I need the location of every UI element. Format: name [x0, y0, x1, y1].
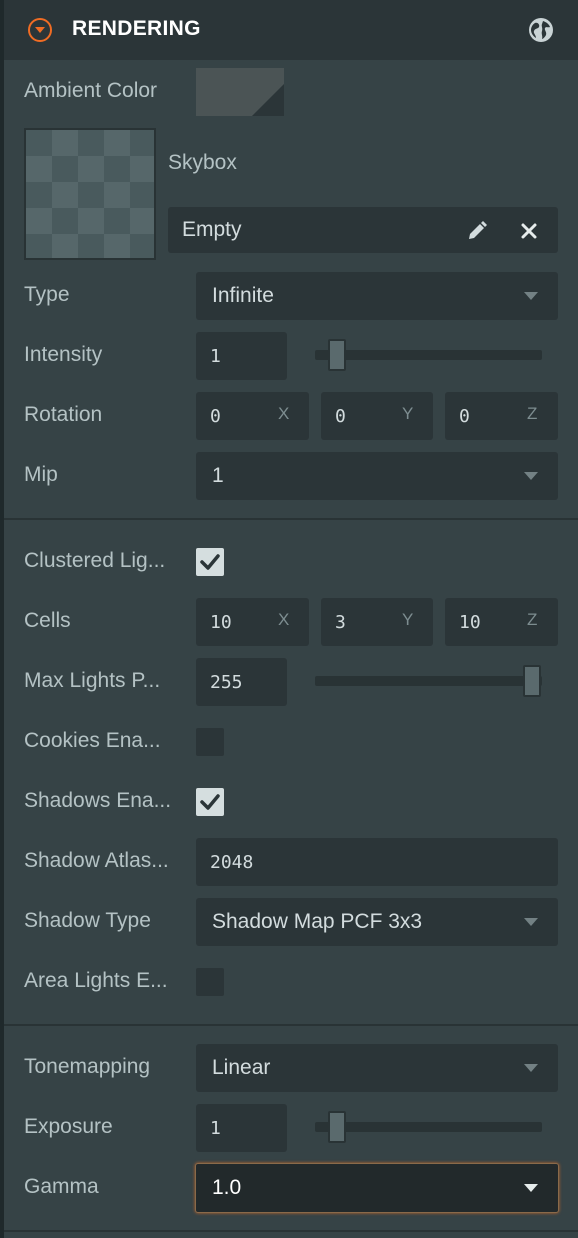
cells-x-value: 10	[210, 612, 232, 633]
checkmark-icon	[200, 554, 220, 570]
rotation-label: Rotation	[24, 403, 103, 426]
cells-label: Cells	[24, 609, 71, 632]
shadow-atlas-label: Shadow Atlas...	[24, 849, 169, 872]
rotation-z-value: 0	[459, 406, 470, 427]
mip-select[interactable]: 1	[196, 452, 558, 500]
area-lights-checkbox[interactable]	[196, 968, 224, 996]
cells-z-input[interactable]: 10 Z	[445, 598, 558, 646]
gamma-select[interactable]: 1.0	[195, 1163, 559, 1213]
area-lights-label: Area Lights E...	[24, 969, 168, 992]
z-axis-label: Z	[527, 404, 538, 423]
shadow-atlas-input[interactable]: 2048	[196, 838, 558, 886]
chevron-down-icon	[524, 1184, 538, 1192]
panel-title: RENDERING	[72, 17, 201, 40]
intensity-label: Intensity	[24, 343, 103, 366]
chevron-down-icon	[524, 292, 538, 300]
type-value: Infinite	[212, 284, 274, 307]
rotation-z-input[interactable]: 0 Z	[445, 392, 558, 440]
skybox-label: Skybox	[168, 151, 237, 174]
section-divider	[4, 1024, 578, 1026]
chevron-down-icon	[524, 918, 538, 926]
intensity-input[interactable]: 1	[196, 332, 287, 380]
checkmark-icon	[200, 794, 220, 810]
intensity-slider-handle[interactable]	[328, 339, 346, 371]
y-axis-label: Y	[402, 404, 414, 423]
cells-y-input[interactable]: 3 Y	[321, 598, 433, 646]
panel-header[interactable]: RENDERING	[4, 0, 578, 60]
exposure-slider-track[interactable]	[315, 1122, 542, 1132]
z-axis-label: Z	[527, 610, 538, 629]
intensity-value: 1	[210, 346, 221, 367]
shadow-type-label: Shadow Type	[24, 909, 151, 932]
mip-label: Mip	[24, 463, 58, 486]
left-edge	[0, 0, 4, 1238]
shadows-enabled-label: Shadows Ena...	[24, 789, 172, 812]
close-icon[interactable]	[520, 222, 538, 240]
max-lights-value: 255	[210, 672, 243, 693]
tonemapping-value: Linear	[212, 1056, 271, 1079]
ambient-color-swatch[interactable]	[196, 68, 284, 116]
cookies-enabled-checkbox[interactable]	[196, 728, 224, 756]
shadow-type-value: Shadow Map PCF 3x3	[212, 910, 423, 933]
shadow-type-select[interactable]: Shadow Map PCF 3x3	[196, 898, 558, 946]
x-axis-label: X	[278, 404, 290, 423]
exposure-input[interactable]: 1	[196, 1104, 287, 1152]
x-axis-label: X	[278, 610, 290, 629]
max-lights-slider-handle[interactable]	[523, 665, 541, 697]
skybox-asset-field[interactable]: Empty	[168, 207, 558, 253]
type-select[interactable]: Infinite	[196, 272, 558, 320]
rotation-x-value: 0	[210, 406, 221, 427]
skybox-thumbnail[interactable]	[24, 128, 156, 260]
gamma-value: 1.0	[212, 1176, 242, 1199]
cells-x-input[interactable]: 10 X	[196, 598, 309, 646]
collapse-chevron-icon[interactable]	[28, 18, 52, 42]
rotation-x-input[interactable]: 0 X	[196, 392, 309, 440]
exposure-slider-handle[interactable]	[328, 1111, 346, 1143]
clustered-lighting-label: Clustered Lig...	[24, 549, 166, 572]
type-label: Type	[24, 283, 70, 306]
intensity-slider-track[interactable]	[315, 350, 542, 360]
clustered-lighting-checkbox[interactable]	[196, 548, 224, 576]
tonemapping-label: Tonemapping	[24, 1055, 151, 1078]
gamma-label: Gamma	[24, 1175, 99, 1198]
section-divider	[4, 518, 578, 520]
cells-z-value: 10	[459, 612, 481, 633]
ambient-color-label: Ambient Color	[24, 79, 158, 102]
skybox-value: Empty	[182, 218, 242, 241]
mip-value: 1	[212, 464, 224, 487]
chevron-down-icon	[524, 472, 538, 480]
cookies-enabled-label: Cookies Ena...	[24, 729, 161, 752]
rotation-y-input[interactable]: 0 Y	[321, 392, 433, 440]
max-lights-input[interactable]: 255	[196, 658, 287, 706]
globe-icon[interactable]	[528, 17, 554, 43]
section-divider	[4, 1230, 578, 1232]
pencil-icon[interactable]	[466, 220, 488, 242]
rotation-y-value: 0	[335, 406, 346, 427]
chevron-down-icon	[524, 1064, 538, 1072]
max-lights-slider-track[interactable]	[315, 676, 542, 686]
y-axis-label: Y	[402, 610, 414, 629]
tonemapping-select[interactable]: Linear	[196, 1044, 558, 1092]
shadow-atlas-value: 2048	[210, 852, 254, 873]
max-lights-label: Max Lights P...	[24, 669, 161, 692]
exposure-label: Exposure	[24, 1115, 113, 1138]
exposure-value: 1	[210, 1118, 221, 1139]
shadows-enabled-checkbox[interactable]	[196, 788, 224, 816]
cells-y-value: 3	[335, 612, 346, 633]
